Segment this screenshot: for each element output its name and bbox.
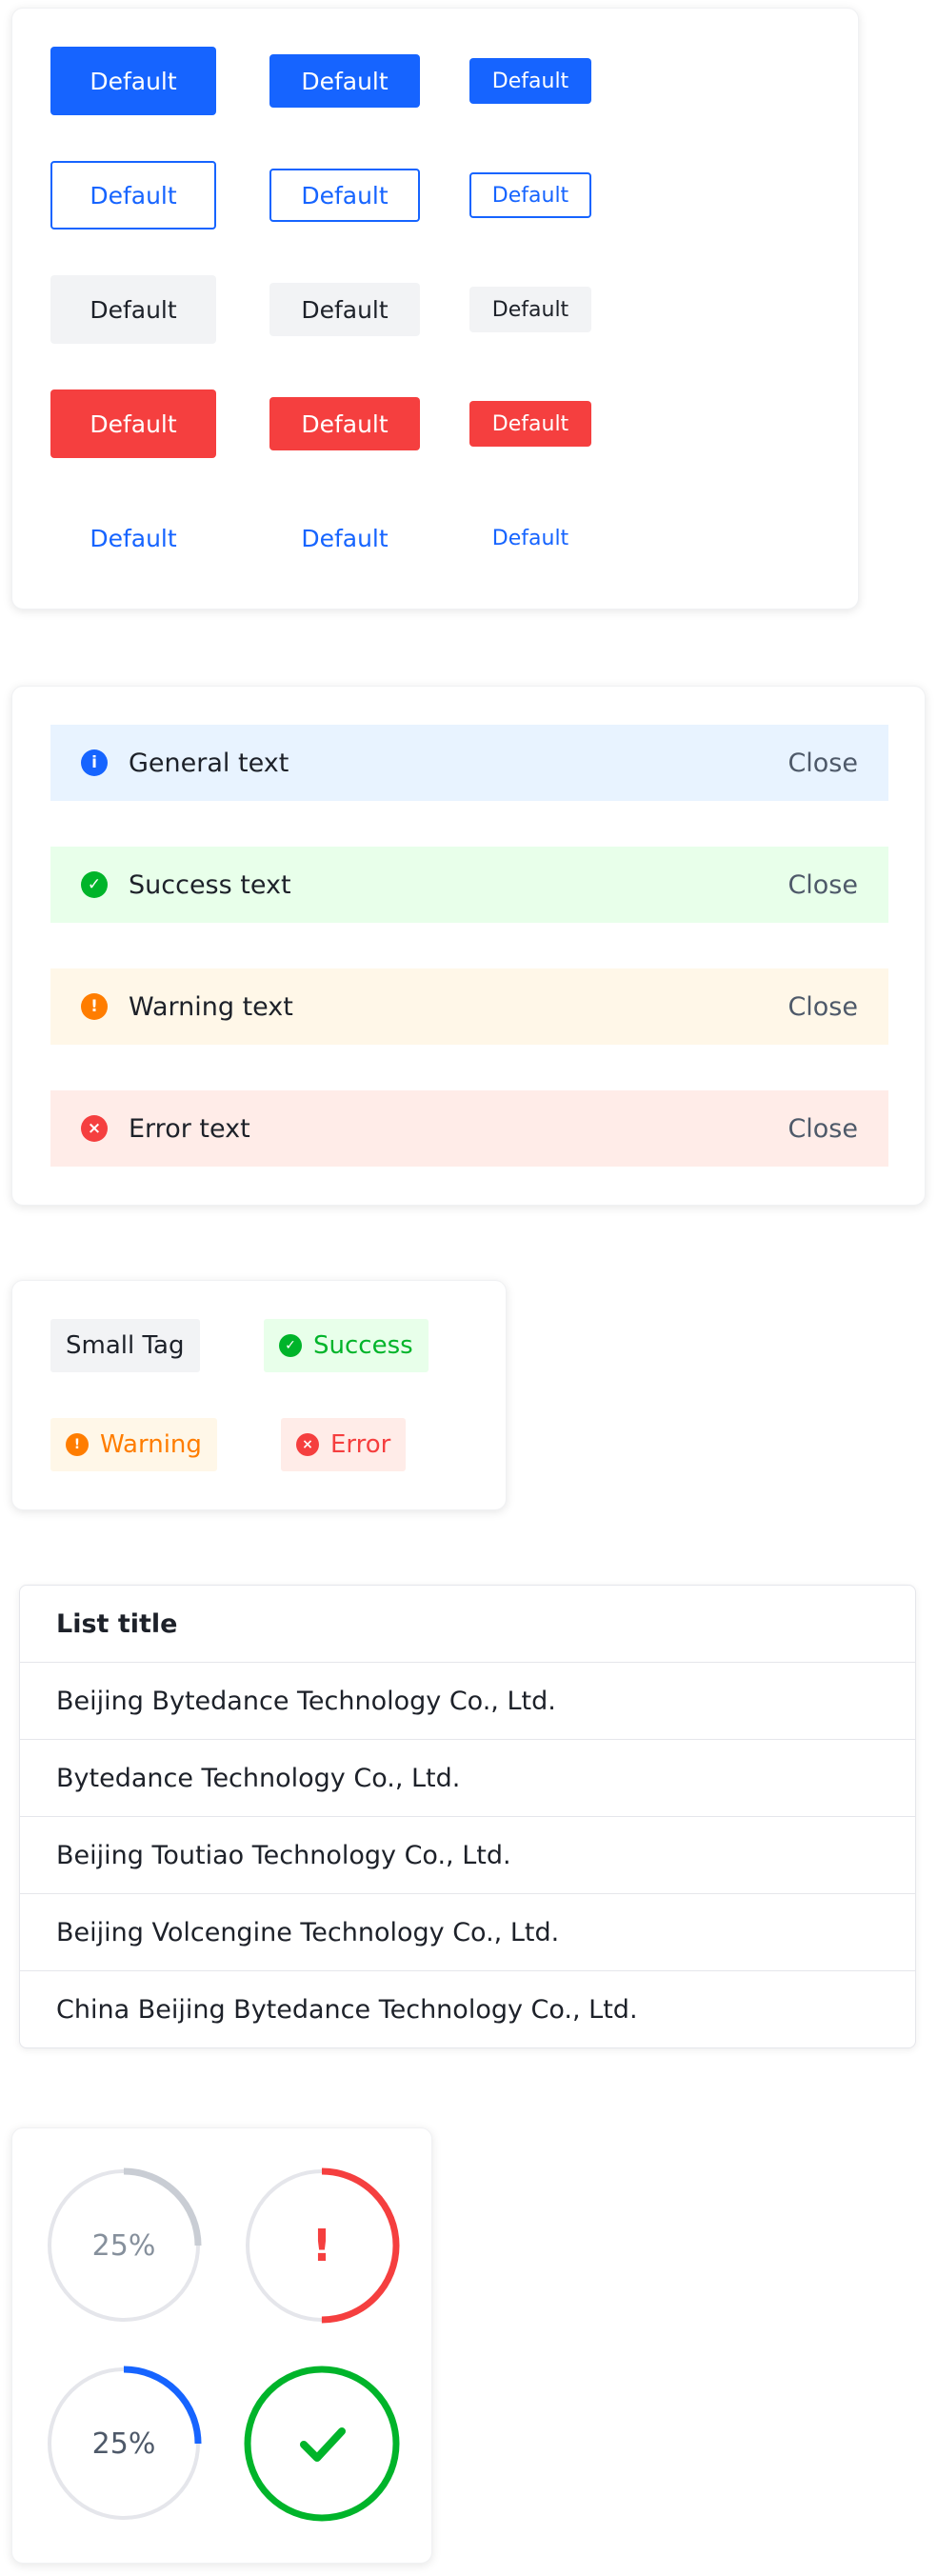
danger-button-medium[interactable]: Default <box>269 397 420 450</box>
tag-small: Small Tag <box>50 1319 200 1372</box>
notice-error: × Error text Close <box>50 1090 888 1167</box>
danger-button-large[interactable]: Default <box>50 389 216 458</box>
notice-close-button[interactable]: Close <box>787 749 858 778</box>
exclamation-circle-icon: ! <box>66 1433 89 1456</box>
list-title: List title <box>56 1608 178 1639</box>
list-item[interactable]: Bytedance Technology Co., Ltd. <box>20 1739 915 1816</box>
outline-button-medium[interactable]: Default <box>269 169 420 222</box>
progress-ring-normal: 25% <box>45 2167 203 2325</box>
notice-text: General text <box>129 748 289 778</box>
notice-text: Error text <box>129 1113 250 1144</box>
tag-success: ✓ Success <box>264 1319 429 1372</box>
exclamation-circle-icon: ! <box>81 993 108 1020</box>
buttons-card: Default Default Default Default Default … <box>11 8 859 609</box>
info-icon: i <box>81 749 108 776</box>
list-item[interactable]: Beijing Bytedance Technology Co., Ltd. <box>20 1662 915 1739</box>
progress-card: 25% ! 25% <box>11 2127 432 2564</box>
company-list: List title Beijing Bytedance Technology … <box>19 1585 916 2048</box>
progress-arc <box>244 2366 400 2522</box>
notice-warning: ! Warning text Close <box>50 968 888 1045</box>
tag-label: Error <box>330 1430 391 1459</box>
primary-button-small[interactable]: Default <box>469 58 591 104</box>
primary-button-large[interactable]: Default <box>50 47 216 115</box>
text-button-large[interactable]: Default <box>50 504 216 572</box>
list-item[interactable]: Beijing Volcengine Technology Co., Ltd. <box>20 1893 915 1970</box>
notice-success: ✓ Success text Close <box>50 847 888 923</box>
close-circle-icon: × <box>296 1433 319 1456</box>
secondary-button-large[interactable]: Default <box>50 275 216 344</box>
progress-ring-error: ! <box>243 2167 401 2325</box>
tag-warning: ! Warning <box>50 1418 217 1471</box>
check-icon <box>300 2427 346 2462</box>
progress-ring-graphic <box>244 2366 400 2522</box>
notice-info: i General text Close <box>50 725 888 801</box>
tag-error: × Error <box>281 1418 407 1471</box>
tag-label: Success <box>313 1331 413 1360</box>
notice-close-button[interactable]: Close <box>787 992 858 1022</box>
outline-button-large[interactable]: Default <box>50 161 216 230</box>
secondary-button-small[interactable]: Default <box>469 287 591 332</box>
progress-ring-active: 25% <box>45 2365 203 2523</box>
secondary-button-medium[interactable]: Default <box>269 283 420 336</box>
danger-button-small[interactable]: Default <box>469 401 591 447</box>
progress-percent-label: 25% <box>91 2228 156 2263</box>
notice-close-button[interactable]: Close <box>787 1114 858 1144</box>
outline-button-small[interactable]: Default <box>469 172 591 218</box>
notice-text: Warning text <box>129 991 293 1022</box>
list-item[interactable]: China Beijing Bytedance Technology Co., … <box>20 1970 915 2047</box>
primary-button-medium[interactable]: Default <box>269 54 420 108</box>
tag-label: Small Tag <box>66 1331 185 1360</box>
notice-close-button[interactable]: Close <box>787 870 858 900</box>
progress-ring-success <box>243 2365 401 2523</box>
tag-label: Warning <box>100 1430 202 1459</box>
progress-percent-label: 25% <box>91 2426 156 2461</box>
list-item[interactable]: Beijing Toutiao Technology Co., Ltd. <box>20 1816 915 1893</box>
exclamation-icon: ! <box>311 2220 332 2271</box>
tags-card: Small Tag ✓ Success ! Warning × Error <box>11 1280 507 1510</box>
notice-text: Success text <box>129 869 291 900</box>
text-button-small[interactable]: Default <box>469 515 591 561</box>
close-circle-icon: × <box>81 1115 108 1142</box>
check-circle-icon: ✓ <box>279 1334 302 1357</box>
check-circle-icon: ✓ <box>81 871 108 898</box>
text-button-medium[interactable]: Default <box>269 511 420 565</box>
notice-card: i General text Close ✓ Success text Clos… <box>11 686 926 1206</box>
